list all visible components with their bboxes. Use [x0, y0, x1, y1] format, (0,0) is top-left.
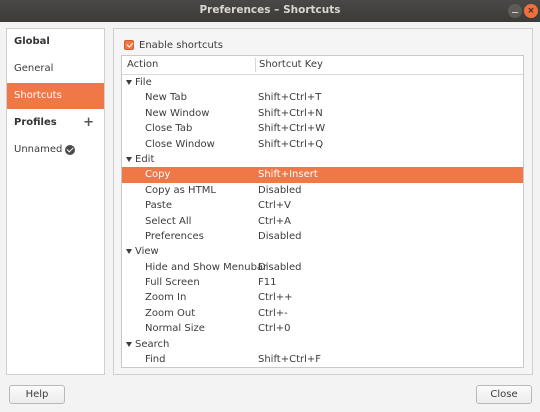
default-profile-check-icon [65, 145, 75, 155]
shortcut-row[interactable]: Zoom In Ctrl++ [122, 290, 523, 305]
enable-shortcuts-toggle[interactable]: Enable shortcuts [124, 38, 223, 52]
shortcuts-panel: Enable shortcuts Action Shortcut Key Fil… [113, 28, 533, 375]
shortcut-row[interactable]: Close Tab Shift+Ctrl+W [122, 121, 523, 136]
shortcut-key[interactable]: F11 [258, 275, 276, 290]
table-body: File New Tab Shift+Ctrl+T New Window Shift+C… [122, 75, 523, 367]
shortcut-action: Close Tab [145, 123, 193, 135]
enable-shortcuts-label: Enable shortcuts [139, 39, 223, 51]
shortcut-action: Normal Size [145, 323, 205, 335]
group-label: File [135, 77, 152, 88]
shortcut-key[interactable]: Disabled [258, 229, 301, 244]
shortcut-key[interactable]: Disabled [258, 260, 301, 275]
preferences-window: Preferences – Shortcuts × Global General… [0, 0, 540, 412]
shortcut-key[interactable]: Ctrl+V [258, 198, 291, 213]
shortcut-action: Copy [145, 169, 171, 181]
shortcut-action: Hide and Show Menubar [145, 261, 268, 273]
group-label: Search [135, 338, 170, 350]
shortcut-action: New Tab [145, 92, 187, 104]
shortcut-row[interactable]: Copy Shift+Insert [122, 167, 523, 183]
profile-name: Unnamed [14, 144, 63, 155]
expander-arrow-icon[interactable] [126, 249, 132, 255]
tree-group-row[interactable]: View [122, 244, 523, 259]
sidebar-item-profile[interactable]: Unnamed [7, 137, 104, 163]
shortcut-action: Full Screen [145, 277, 200, 289]
sidebar-item-general[interactable]: General [7, 56, 104, 82]
shortcut-row[interactable]: Find Shift+Ctrl+F [122, 352, 523, 367]
add-profile-icon[interactable]: + [83, 110, 94, 136]
shortcut-action: Zoom In [145, 292, 187, 304]
shortcut-row[interactable]: Normal Size Ctrl+0 [122, 321, 523, 336]
tree-group-row[interactable]: Search [122, 337, 523, 352]
group-label: Edit [135, 153, 155, 165]
shortcut-action: Paste [145, 200, 172, 212]
shortcut-key[interactable]: Disabled [258, 183, 301, 198]
expander-arrow-icon[interactable] [126, 156, 132, 162]
sidebar-section-profiles: Profiles + [7, 110, 104, 136]
shortcut-row[interactable]: Preferences Disabled [122, 229, 523, 244]
title-bar[interactable]: Preferences – Shortcuts × [0, 0, 540, 22]
shortcut-row[interactable]: New Window Shift+Ctrl+N [122, 106, 523, 121]
table-header: Action Shortcut Key [122, 56, 523, 75]
shortcut-action: New Window [145, 107, 210, 119]
column-header-action[interactable]: Action [127, 56, 158, 74]
shortcut-key[interactable]: Ctrl+A [258, 214, 291, 229]
shortcut-key[interactable]: Shift+Ctrl+W [258, 121, 325, 136]
group-label: View [135, 246, 159, 258]
sidebar-section-global: Global [14, 36, 50, 47]
window-title: Preferences – Shortcuts [199, 4, 341, 16]
shortcut-row[interactable]: Close Window Shift+Ctrl+Q [122, 137, 523, 152]
column-header-shortcut-key[interactable]: Shortcut Key [259, 56, 323, 74]
expander-arrow-icon[interactable] [126, 341, 132, 347]
shortcut-row[interactable]: Full Screen F11 [122, 275, 523, 290]
shortcut-action: Close Window [145, 138, 215, 150]
enable-shortcuts-checkbox[interactable] [124, 40, 134, 50]
shortcut-key[interactable]: Ctrl+0 [258, 321, 291, 336]
shortcut-row[interactable]: Copy as HTML Disabled [122, 183, 523, 198]
close-window-icon[interactable]: × [524, 4, 538, 18]
shortcut-row[interactable]: Hide and Show Menubar Disabled [122, 260, 523, 275]
shortcut-action: Select All [145, 215, 192, 227]
shortcut-key[interactable]: Shift+Ctrl+N [258, 106, 323, 121]
shortcut-row[interactable]: Paste Ctrl+V [122, 198, 523, 213]
sidebar: Global General Shortcuts Profiles + Unna… [6, 28, 105, 375]
minimize-icon[interactable] [508, 4, 522, 18]
tree-group-row[interactable]: Edit [122, 152, 523, 167]
shortcuts-table[interactable]: Action Shortcut Key File New Tab Shift+Ctr… [121, 55, 524, 368]
help-button[interactable]: Help [9, 385, 65, 404]
shortcut-row[interactable]: Zoom Out Ctrl+- [122, 306, 523, 321]
shortcut-key[interactable]: Shift+Ctrl+T [258, 90, 321, 105]
shortcut-key[interactable]: Ctrl+- [258, 306, 288, 321]
shortcut-action: Find [145, 354, 166, 366]
tree-group-row[interactable]: File [122, 75, 523, 90]
close-button[interactable]: Close [476, 385, 532, 404]
shortcut-key[interactable]: Shift+Insert [258, 167, 318, 182]
profiles-label: Profiles [14, 117, 57, 128]
shortcut-key[interactable]: Shift+Ctrl+F [258, 352, 321, 367]
sidebar-item-shortcuts[interactable]: Shortcuts [7, 83, 104, 109]
shortcut-row[interactable]: New Tab Shift+Ctrl+T [122, 90, 523, 105]
shortcut-key[interactable]: Ctrl++ [258, 290, 293, 305]
column-divider [255, 58, 256, 72]
shortcut-action: Copy as HTML [145, 184, 216, 196]
shortcut-action: Zoom Out [145, 307, 196, 319]
shortcut-key[interactable]: Shift+Ctrl+Q [258, 137, 323, 152]
expander-arrow-icon[interactable] [126, 80, 132, 85]
shortcut-row[interactable]: Select All Ctrl+A [122, 214, 523, 229]
shortcut-action: Preferences [145, 230, 204, 242]
